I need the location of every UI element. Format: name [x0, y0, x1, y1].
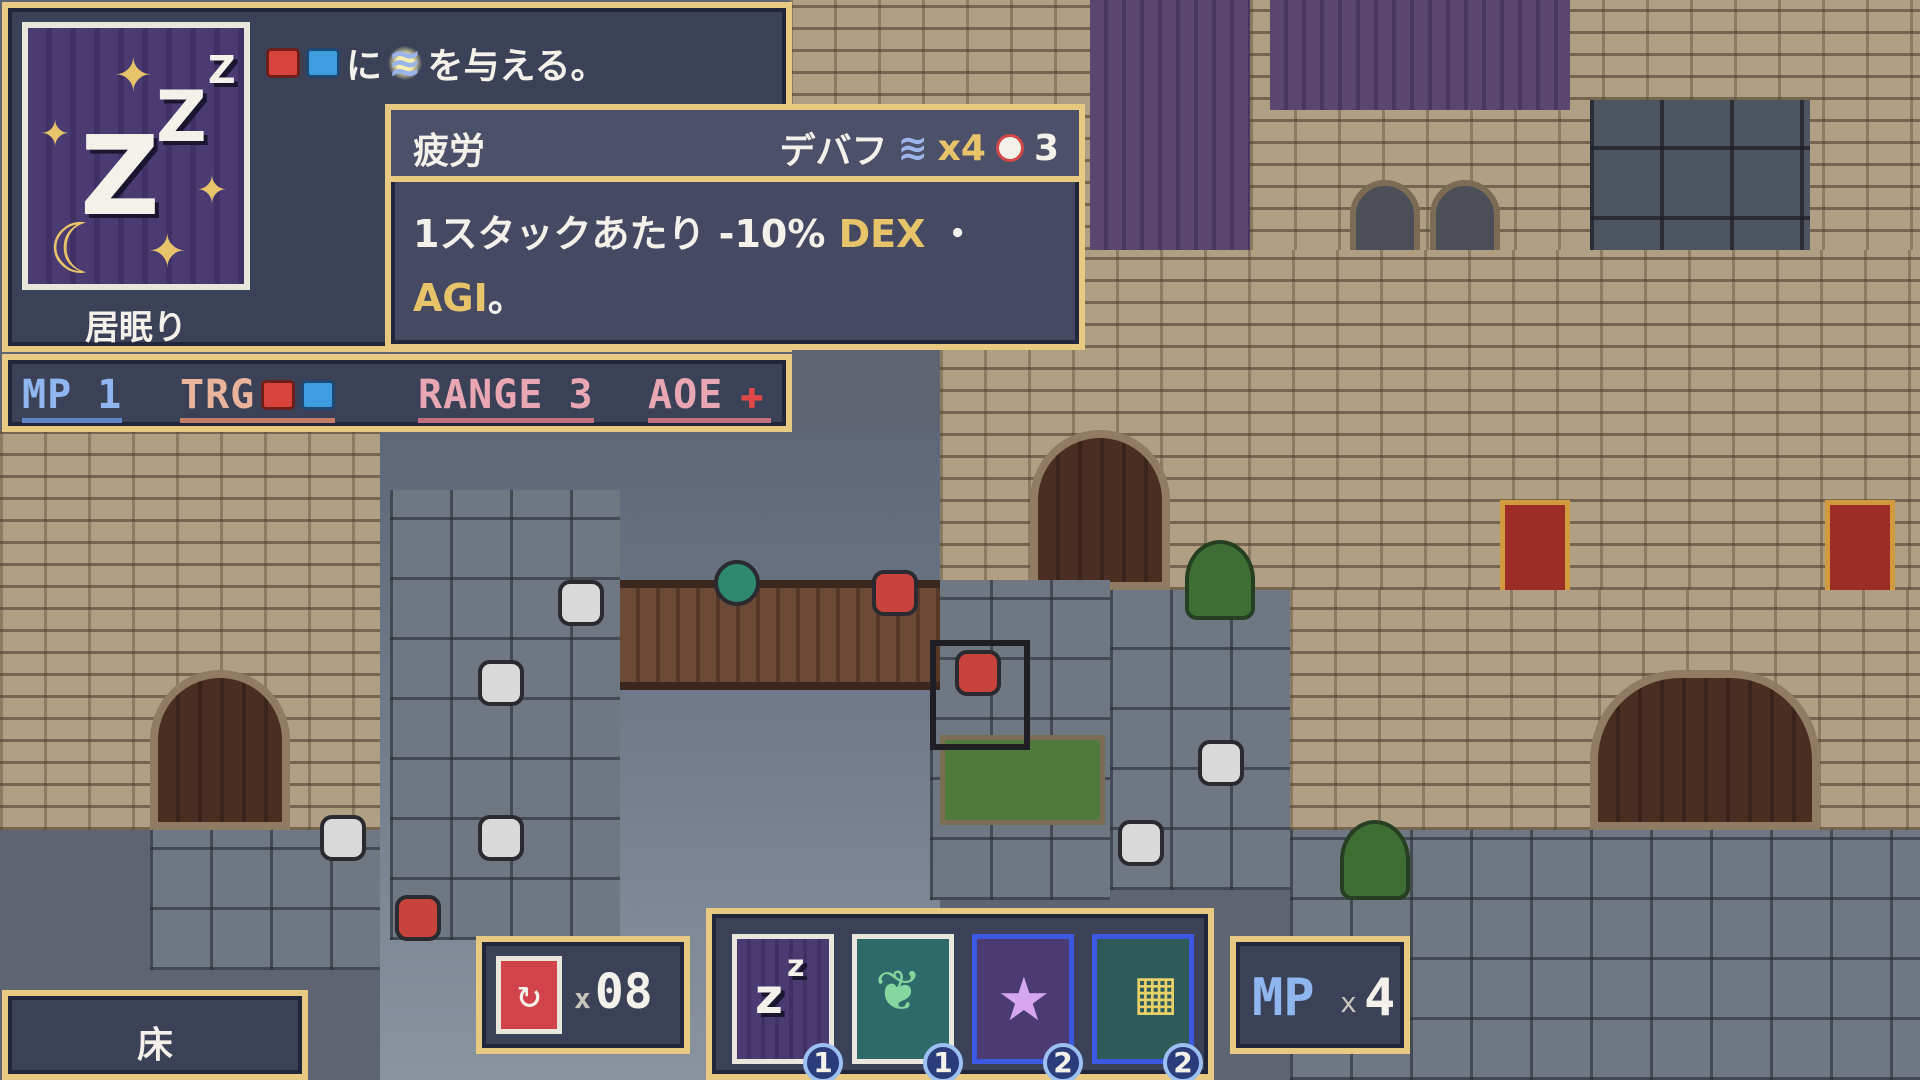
effect-text: を与える。: [427, 46, 607, 87]
star-icon: ✦: [196, 168, 228, 212]
enemy-unit[interactable]: [1118, 820, 1164, 866]
range-stat: RANGE 3: [418, 372, 594, 423]
mp-counter: MP x 4: [1230, 936, 1410, 1054]
window-card[interactable]: ▦ 2: [1092, 934, 1203, 1080]
tower-roof: [1270, 0, 1570, 110]
tile-name: 床: [136, 1025, 173, 1066]
agi-keyword: AGI: [413, 276, 488, 320]
sleep-card-art: Z Z Z ✦ ✦ ✦ ✦ ☾: [22, 22, 250, 290]
ally-icon: [306, 48, 340, 78]
left-door[interactable]: [150, 670, 290, 830]
mp-label: MP: [1252, 968, 1315, 1028]
mp-value: 4: [1364, 968, 1396, 1028]
target-stat: TRG: [180, 372, 336, 423]
fatigue-icon: ≋: [897, 127, 928, 169]
tooltip-description: 1スタックあたり -10% DEX ・ AGI。: [413, 202, 1059, 330]
target-label: TRG: [180, 372, 256, 418]
times-symbol: x: [574, 982, 591, 1015]
card-cost: 1: [923, 1043, 963, 1080]
enemy-unit[interactable]: [478, 660, 524, 706]
desc-prefix: 1スタックあたり -10%: [413, 212, 839, 256]
sleep-zzz-icon: z: [787, 949, 805, 984]
sleep-zzz-icon: z: [755, 969, 783, 1025]
potted-tree: [1340, 820, 1410, 900]
sleep-zzz-icon: Z: [156, 76, 207, 158]
star-icon: ✦: [148, 224, 187, 278]
discard-count-value: 08: [594, 964, 653, 1020]
purple-roof: [1090, 0, 1260, 250]
aoe-stat: AOE ✚: [648, 372, 772, 423]
tooltip-meta: デバフ ≋ x4 3: [779, 122, 1059, 174]
stack-count: x4: [937, 127, 986, 169]
discard-counter[interactable]: ↻ x08: [476, 936, 690, 1054]
times-symbol: x: [1340, 986, 1357, 1019]
card-stats-bar: MP 1 TRG RANGE 3 AOE ✚: [2, 354, 792, 432]
fatigue-icon[interactable]: ≋: [388, 40, 422, 86]
sleep-zzz-icon: Z: [208, 48, 236, 92]
desc-suffix: 。: [487, 276, 526, 320]
enemy-unit[interactable]: [478, 815, 524, 861]
star-icon: ✦: [40, 114, 71, 155]
floor-storage[interactable]: [390, 490, 620, 940]
enemy-icon: [266, 48, 300, 78]
enemy-icon: [261, 380, 296, 410]
effect-connector: に: [346, 46, 383, 87]
hand-panel: z z 1 ❦ 1 ★ 2 ▦ 2: [706, 908, 1214, 1080]
star-icon: ✦: [114, 48, 153, 102]
potted-plant: [1185, 540, 1255, 620]
enemy-unit[interactable]: [1198, 740, 1244, 786]
discard-pile-icon[interactable]: ↻: [496, 956, 562, 1034]
debuff-type: デバフ: [779, 131, 888, 172]
tooltip-title: 疲労: [413, 131, 486, 172]
dex-keyword: DEX: [838, 212, 926, 256]
discard-count: x08: [574, 964, 653, 1020]
hero-unit[interactable]: [714, 560, 760, 606]
card-cost: 1: [803, 1043, 843, 1080]
enemy-unit[interactable]: [558, 580, 604, 626]
card-cost: 2: [1043, 1043, 1083, 1080]
sleep-card[interactable]: z z 1: [732, 934, 843, 1080]
castle-door[interactable]: [1030, 430, 1170, 590]
ally-unit[interactable]: [872, 570, 918, 616]
star-icon: ★: [997, 965, 1051, 1035]
desc-separator: ・: [925, 212, 977, 256]
enemy-unit[interactable]: [395, 895, 441, 941]
moon-icon: ☾: [48, 208, 111, 290]
duration-timer-icon: [995, 134, 1024, 162]
aoe-label: AOE: [648, 372, 724, 418]
ally-icon: [301, 380, 336, 410]
card-name: 居眠り: [85, 308, 187, 348]
vine-card[interactable]: ❦ 1: [852, 934, 963, 1080]
enemy-unit[interactable]: [320, 815, 366, 861]
vine-icon: ❦: [875, 959, 922, 1024]
card-cost: 2: [1163, 1043, 1203, 1080]
castle-gate[interactable]: [1590, 670, 1820, 830]
status-tooltip: 疲労 デバフ ≋ x4 3 1スタックあたり -10% DEX ・ AGI。: [385, 104, 1085, 350]
tile-info-panel: 床: [2, 990, 308, 1080]
target-selector[interactable]: [930, 640, 1030, 750]
card-effect-text: に ≋ を与える。: [266, 38, 606, 88]
tooltip-header: 疲労 デバフ ≋ x4 3: [391, 110, 1079, 182]
cross-aoe-icon: ✚: [739, 372, 765, 418]
duration-value: 3: [1033, 127, 1059, 169]
star-card[interactable]: ★ 2: [972, 934, 1083, 1080]
window-icon: ▦: [1133, 965, 1179, 1021]
mp-cost-stat: MP 1: [22, 372, 123, 423]
